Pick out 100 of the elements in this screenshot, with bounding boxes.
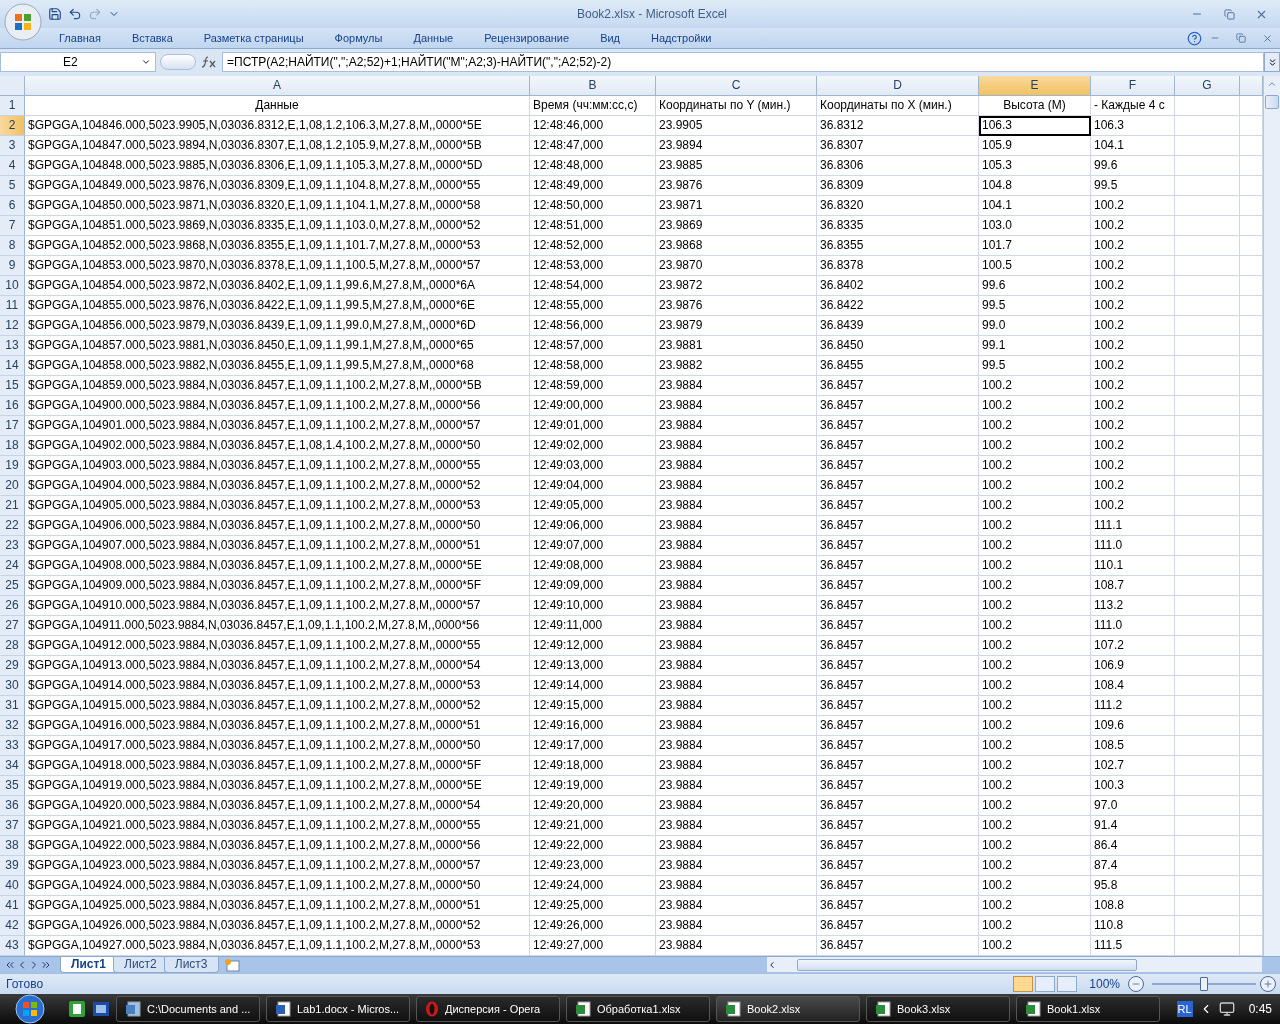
column-header[interactable]: A [25, 75, 530, 96]
table-cell[interactable]: 12:49:15,000 [530, 695, 656, 716]
empty-cell[interactable] [1175, 395, 1240, 416]
table-cell[interactable]: 36.8335 [817, 215, 979, 236]
table-cell[interactable]: 23.9884 [656, 455, 817, 476]
table-cell[interactable]: 36.8457 [817, 555, 979, 576]
table-cell[interactable]: 12:49:23,000 [530, 855, 656, 876]
table-cell[interactable]: 100.3 [1091, 775, 1175, 796]
table-cell[interactable]: 12:49:26,000 [530, 915, 656, 936]
table-cell[interactable]: 23.9884 [656, 555, 817, 576]
table-cell[interactable]: 23.9879 [656, 315, 817, 336]
network-icon[interactable] [1218, 1001, 1235, 1017]
table-cell[interactable]: $GPGGA,104921.000,5023.9884,N,03036.8457,E,1,09,1.1,100.2,M,27.8,M,,0000*55 [25, 815, 530, 836]
table-cell[interactable]: $GPGGA,104900.000,5023.9884,N,03036.8457,E,1,09,1.1,100.2,M,27.8,M,,0000*56 [25, 395, 530, 416]
table-cell[interactable]: 99.5 [979, 295, 1091, 316]
table-cell[interactable]: 99.0 [979, 315, 1091, 336]
table-cell[interactable]: 108.8 [1091, 895, 1175, 916]
table-cell[interactable]: 36.8455 [817, 355, 979, 376]
resize-handle[interactable] [160, 54, 196, 70]
table-cell[interactable]: 36.8457 [817, 835, 979, 856]
table-cell[interactable]: 100.2 [1091, 475, 1175, 496]
table-cell[interactable]: 36.8457 [817, 695, 979, 716]
table-cell[interactable]: 23.9884 [656, 395, 817, 416]
table-cell[interactable]: 99.6 [1091, 155, 1175, 176]
row-header[interactable]: 13 [0, 335, 25, 356]
table-cell[interactable]: 36.8457 [817, 755, 979, 776]
table-cell[interactable]: 23.9881 [656, 335, 817, 356]
table-cell[interactable]: 101.7 [979, 235, 1091, 256]
row-header[interactable]: 2 [0, 115, 25, 136]
empty-cell[interactable] [1175, 235, 1240, 256]
table-cell[interactable]: 23.9884 [656, 875, 817, 896]
ribbon-tab[interactable]: Разметка страницы [192, 32, 316, 45]
table-cell[interactable]: $GPGGA,104856.000,5023.9879,N,03036.8439,E,1,09,1.1,99.0,M,27.8,M,,0000*6D [25, 315, 530, 336]
ribbon-tab[interactable]: Данные [402, 32, 466, 45]
table-cell[interactable]: 36.8457 [817, 715, 979, 736]
table-cell[interactable]: 100.2 [979, 535, 1091, 556]
table-cell[interactable]: 36.8457 [817, 855, 979, 876]
table-cell[interactable]: 36.8457 [817, 395, 979, 416]
table-cell[interactable]: 12:49:17,000 [530, 735, 656, 756]
header-cell[interactable]: Время (чч:мм:сс,с) [530, 95, 656, 116]
table-cell[interactable]: 99.6 [979, 275, 1091, 296]
table-cell[interactable]: 36.8320 [817, 195, 979, 216]
table-cell[interactable]: 107.2 [1091, 635, 1175, 656]
empty-cell[interactable] [1175, 175, 1240, 196]
table-cell[interactable]: 100.2 [979, 895, 1091, 916]
table-cell[interactable]: 95.8 [1091, 875, 1175, 896]
row-header[interactable]: 8 [0, 235, 25, 256]
table-cell[interactable]: 99.5 [979, 355, 1091, 376]
zoom-slider-thumb[interactable] [1200, 976, 1208, 991]
empty-cell[interactable] [1175, 135, 1240, 156]
table-cell[interactable]: 100.2 [979, 695, 1091, 716]
table-cell[interactable]: $GPGGA,104924.000,5023.9884,N,03036.8457,E,1,09,1.1,100.2,M,27.8,M,,0000*50 [25, 875, 530, 896]
table-cell[interactable]: 36.8450 [817, 335, 979, 356]
table-cell[interactable]: 111.5 [1091, 935, 1175, 956]
column-header[interactable]: F [1091, 75, 1175, 96]
table-cell[interactable]: $GPGGA,104906.000,5023.9884,N,03036.8457,E,1,09,1.1,100.2,M,27.8,M,,0000*50 [25, 515, 530, 536]
table-cell[interactable]: 12:49:06,000 [530, 515, 656, 536]
table-cell[interactable]: 12:49:01,000 [530, 415, 656, 436]
table-cell[interactable]: 23.9871 [656, 195, 817, 216]
column-header[interactable]: D [817, 75, 979, 96]
table-cell[interactable]: $GPGGA,104854.000,5023.9872,N,03036.8402,E,1,09,1.1,99.6,M,27.8,M,,0000*6A [25, 275, 530, 296]
table-cell[interactable]: 23.9884 [656, 595, 817, 616]
taskbar-button[interactable]: Book2.xlsx [716, 996, 860, 1022]
table-cell[interactable]: 23.9884 [656, 915, 817, 936]
table-cell[interactable]: 36.8457 [817, 875, 979, 896]
table-cell[interactable]: 100.5 [979, 255, 1091, 276]
table-cell[interactable]: 100.2 [979, 775, 1091, 796]
table-cell[interactable]: 104.1 [1091, 135, 1175, 156]
table-cell[interactable]: 36.8457 [817, 515, 979, 536]
table-cell[interactable]: $GPGGA,104855.000,5023.9876,N,03036.8422,E,1,09,1.1,99.5,M,27.8,M,,0000*6E [25, 295, 530, 316]
table-cell[interactable]: 87.4 [1091, 855, 1175, 876]
header-cell[interactable]: Координаты по Y (мин.) [656, 95, 817, 116]
table-cell[interactable]: $GPGGA,104920.000,5023.9884,N,03036.8457,E,1,09,1.1,100.2,M,27.8,M,,0000*54 [25, 795, 530, 816]
table-cell[interactable]: 23.9884 [656, 815, 817, 836]
table-cell[interactable]: $GPGGA,104857.000,5023.9881,N,03036.8450,E,1,09,1.1,99.1,M,27.8,M,,0000*65 [25, 335, 530, 356]
table-cell[interactable]: 111.2 [1091, 695, 1175, 716]
table-cell[interactable]: 12:49:00,000 [530, 395, 656, 416]
empty-cell[interactable] [1175, 575, 1240, 596]
table-cell[interactable]: 100.2 [979, 675, 1091, 696]
empty-cell[interactable] [1175, 755, 1240, 776]
expand-button[interactable] [1264, 52, 1280, 72]
table-cell[interactable]: 110.8 [1091, 915, 1175, 936]
empty-cell[interactable] [1175, 375, 1240, 396]
table-cell[interactable]: $GPGGA,104902.000,5023.9884,N,03036.8457,E,1,08,1.4,100.2,M,27.8,M,,0000*50 [25, 435, 530, 456]
row-header[interactable]: 3 [0, 135, 25, 156]
table-cell[interactable]: 23.9884 [656, 415, 817, 436]
table-cell[interactable]: 36.8439 [817, 315, 979, 336]
empty-cell[interactable] [1175, 475, 1240, 496]
table-cell[interactable]: 23.9884 [656, 895, 817, 916]
empty-cell[interactable] [1175, 435, 1240, 456]
table-cell[interactable]: 23.9884 [656, 475, 817, 496]
table-cell[interactable]: 36.8457 [817, 795, 979, 816]
scrollbar-thumb[interactable] [1265, 94, 1279, 109]
table-cell[interactable]: 36.8457 [817, 475, 979, 496]
table-cell[interactable]: 100.2 [979, 435, 1091, 456]
table-cell[interactable]: 23.9872 [656, 275, 817, 296]
table-cell[interactable]: 100.2 [979, 935, 1091, 956]
table-cell[interactable]: 100.2 [979, 475, 1091, 496]
row-header[interactable]: 9 [0, 255, 25, 276]
table-cell[interactable]: $GPGGA,104916.000,5023.9884,N,03036.8457,E,1,09,1.1,100.2,M,27.8,M,,0000*51 [25, 715, 530, 736]
